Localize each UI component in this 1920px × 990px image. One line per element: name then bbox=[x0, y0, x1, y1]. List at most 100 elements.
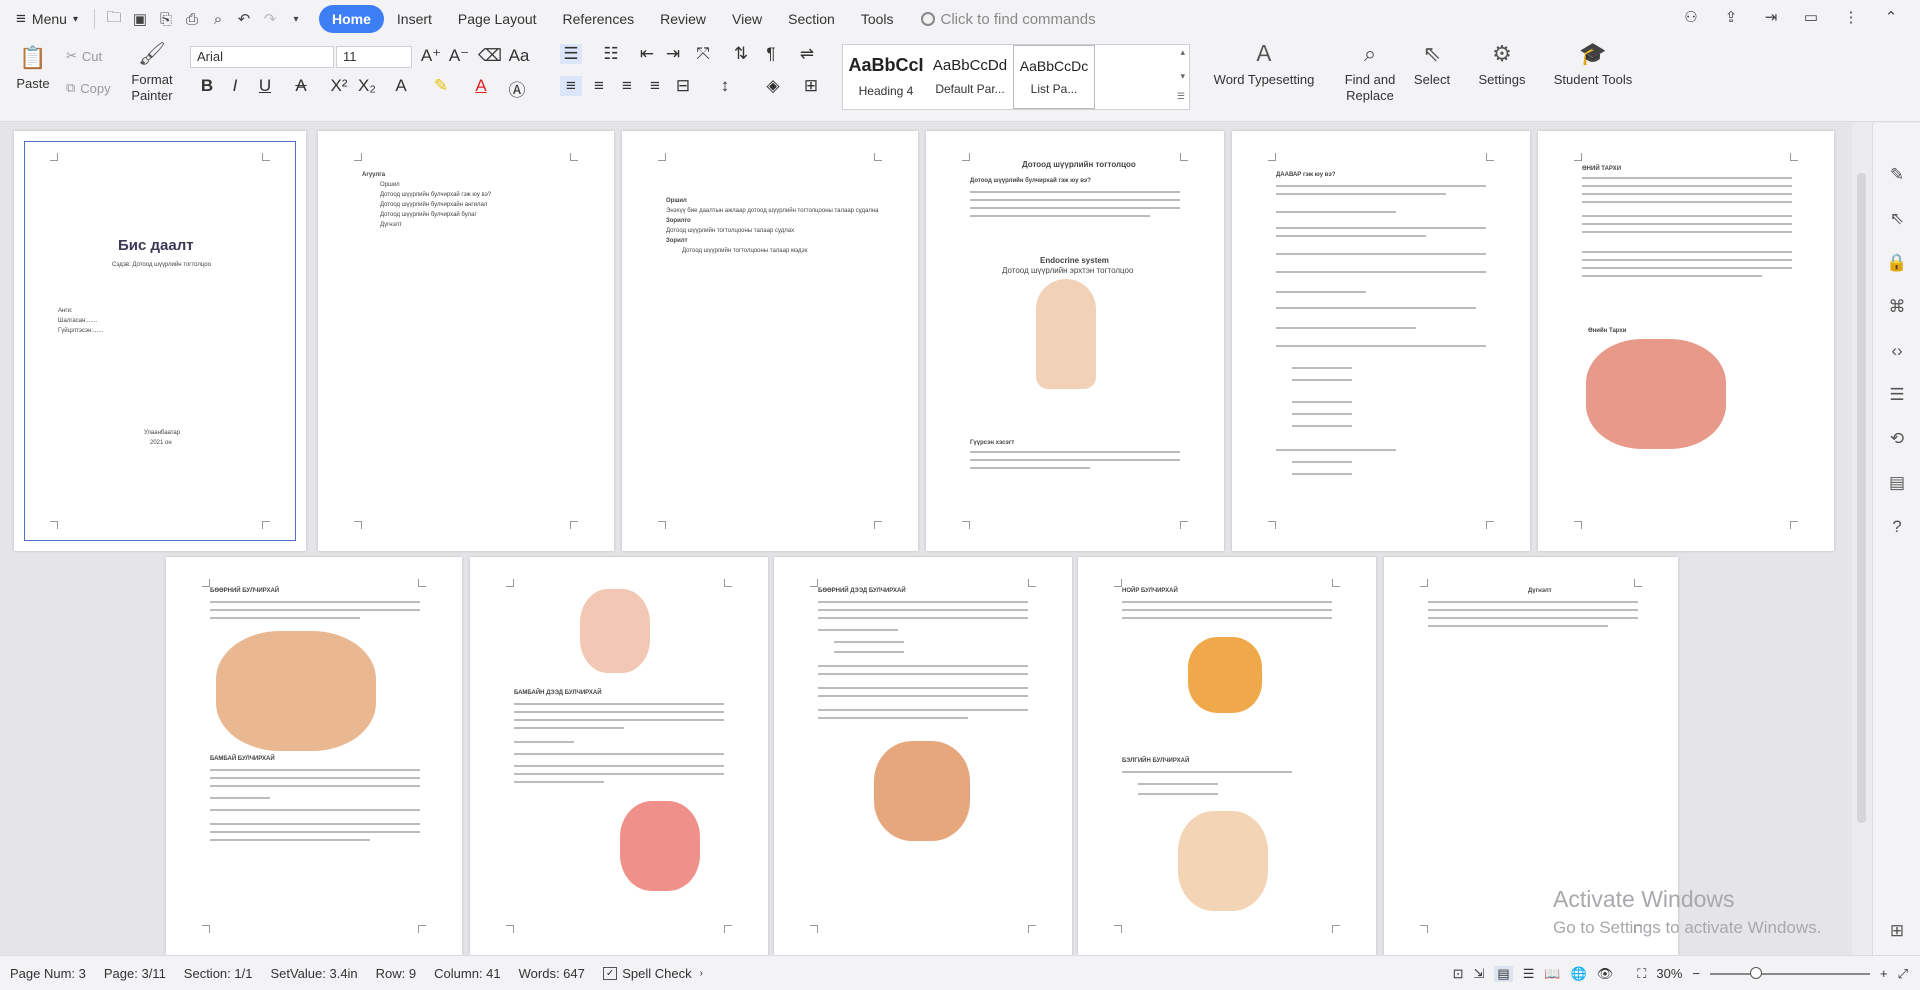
undo-icon[interactable]: ↶ bbox=[231, 6, 257, 32]
main-menu-button[interactable]: ≡ Menu ▾ bbox=[6, 4, 88, 34]
distributed-icon[interactable]: ⊟ bbox=[672, 76, 694, 96]
subscript-icon[interactable]: X₂ bbox=[356, 76, 378, 96]
page-5[interactable]: ДААВАР гэж юу вэ? bbox=[1232, 131, 1530, 551]
numbering-icon[interactable]: ☷ bbox=[600, 44, 622, 64]
format-painter-button[interactable]: 🖌 Format Painter bbox=[124, 40, 180, 104]
status-section[interactable]: Section: 1/1 bbox=[175, 966, 262, 981]
fullscreen-icon[interactable]: ⤢ bbox=[1898, 966, 1908, 982]
underline-icon[interactable]: U bbox=[254, 76, 276, 96]
tag-icon[interactable]: ⌘ bbox=[1885, 295, 1909, 319]
page-7[interactable]: БӨӨРНИЙ БУЛЧИРХАЙ БАМБАЙ БУЛЧИРХАЙ bbox=[166, 557, 462, 955]
sliders-icon[interactable]: ☰ bbox=[1885, 383, 1909, 407]
customize-icon[interactable]: ▾ bbox=[283, 6, 309, 32]
document-workspace[interactable]: Бис даалт Сэдэв: Дотоод шүүрлийн тогтолц… bbox=[0, 123, 1852, 955]
page-3[interactable]: Оршил Энэхүү бие даалтын ажлаар дотоод ш… bbox=[622, 131, 918, 551]
page-4[interactable]: Дотоод шүүрлийн тогтолцоо Дотоод шүүрлий… bbox=[926, 131, 1224, 551]
collapse-ribbon-icon[interactable]: ⌃ bbox=[1878, 4, 1904, 30]
align-center-icon[interactable]: ≡ bbox=[588, 76, 610, 96]
status-page[interactable]: Page: 3/11 bbox=[95, 966, 175, 981]
page-1[interactable]: Бис даалт Сэдэв: Дотоод шүүрлийн тогтолц… bbox=[14, 131, 306, 551]
shading-icon[interactable]: ◈ bbox=[762, 76, 784, 96]
paste-button[interactable]: 📋 Paste bbox=[10, 44, 56, 92]
print-icon[interactable]: ⎙ bbox=[179, 6, 205, 32]
cut-button[interactable]: ✂ Cut bbox=[66, 48, 102, 64]
line-spacing-icon[interactable]: ↕ bbox=[714, 76, 736, 96]
status-row[interactable]: Row: 9 bbox=[367, 966, 425, 981]
select-cursor-icon[interactable]: ⇖ bbox=[1885, 207, 1909, 231]
format-icon[interactable]: ⎘ bbox=[153, 6, 179, 32]
fit-page-icon[interactable]: ⛶ bbox=[1637, 966, 1646, 982]
edit-pen-icon[interactable]: ✎ bbox=[1885, 163, 1909, 187]
page-2[interactable]: Агуулга Оршил Дотоод шүүрлийн булчирхай … bbox=[318, 131, 614, 551]
bold-icon[interactable]: B bbox=[196, 76, 218, 96]
command-search[interactable]: Click to find commands bbox=[920, 11, 1096, 28]
shrink-font-icon[interactable]: A⁻ bbox=[448, 46, 470, 66]
zoom-out-icon[interactable]: − bbox=[1692, 966, 1700, 981]
font-size-select[interactable]: 11 bbox=[336, 46, 412, 68]
status-setvalue[interactable]: SetValue: 3.4in bbox=[261, 966, 366, 981]
find-replace-button[interactable]: ⌕ Find and Replace bbox=[1334, 40, 1406, 104]
tab-tools[interactable]: Tools bbox=[848, 5, 907, 33]
lock-icon[interactable]: 🔒 bbox=[1885, 251, 1909, 275]
eraser-icon[interactable]: ⌫ bbox=[478, 46, 502, 66]
select-button[interactable]: ⇖ Select bbox=[1406, 40, 1458, 88]
print-preview-icon[interactable]: ⌕ bbox=[205, 6, 231, 32]
help-icon[interactable]: ? bbox=[1885, 515, 1909, 539]
tab-view[interactable]: View bbox=[719, 5, 775, 33]
grow-font-icon[interactable]: A⁺ bbox=[420, 46, 442, 66]
copy-button[interactable]: ⧉ Copy bbox=[66, 80, 111, 96]
zoom-level[interactable]: 30% bbox=[1656, 966, 1682, 981]
superscript-icon[interactable]: X² bbox=[328, 76, 350, 96]
eye-protection-icon[interactable]: 👁 bbox=[1597, 966, 1614, 982]
style-expand-icon[interactable]: ☰ bbox=[1177, 91, 1185, 102]
font-name-select[interactable]: Arial bbox=[190, 46, 334, 68]
tab-section[interactable]: Section bbox=[775, 5, 848, 33]
comment-icon[interactable]: ▭ bbox=[1798, 4, 1824, 30]
highlight-icon[interactable]: ✎ bbox=[430, 76, 452, 96]
font-color-icon[interactable]: A bbox=[470, 76, 492, 96]
style-heading-4[interactable]: AaBbCcI Heading 4 bbox=[845, 45, 927, 109]
tab-icon[interactable]: ⇌ bbox=[796, 44, 818, 64]
export-icon[interactable]: ⇥ bbox=[1758, 4, 1784, 30]
focus-mode-icon[interactable]: ⊡ bbox=[1453, 966, 1464, 982]
zoom-in-icon[interactable]: + bbox=[1880, 966, 1888, 981]
grid-icon[interactable]: ⊞ bbox=[1885, 919, 1909, 943]
style-list-paragraph[interactable]: AaBbCcDc List Pa... bbox=[1013, 45, 1095, 109]
status-page-num[interactable]: Page Num: 3 bbox=[0, 966, 95, 981]
student-tools-button[interactable]: 🎓 Student Tools bbox=[1548, 40, 1638, 88]
decrease-indent-icon[interactable]: ⇤ bbox=[636, 44, 658, 64]
scroll-thumb[interactable] bbox=[1857, 173, 1866, 823]
tab-review[interactable]: Review bbox=[647, 5, 719, 33]
history-icon[interactable]: ⟲ bbox=[1885, 427, 1909, 451]
open-folder-icon[interactable]: 🗀 bbox=[101, 6, 127, 32]
align-right-icon[interactable]: ≡ bbox=[616, 76, 638, 96]
tab-page-layout[interactable]: Page Layout bbox=[445, 5, 550, 33]
bullets-icon[interactable]: ☰ bbox=[560, 44, 582, 64]
paragraph-marks-icon[interactable]: ¶ bbox=[760, 44, 782, 64]
borders-icon[interactable]: ⊞ bbox=[800, 76, 822, 96]
page-10[interactable]: НОЙР БУЛЧИРХАЙ БЭЛГИЙН БУЛЧИРХАЙ bbox=[1078, 557, 1376, 955]
book-view-icon[interactable]: 📖 bbox=[1544, 966, 1560, 982]
page-6[interactable]: ӨНИЙ ТАРХИ Өнийн Тархи bbox=[1538, 131, 1834, 551]
style-scroll-up-icon[interactable]: ▴ bbox=[1180, 47, 1185, 58]
text-direction-icon[interactable]: ⤧ bbox=[692, 44, 714, 64]
spell-check-button[interactable]: ✓ Spell Check › bbox=[594, 966, 712, 981]
code-icon[interactable]: ‹› bbox=[1885, 339, 1909, 363]
text-effect-icon[interactable]: A bbox=[390, 76, 412, 96]
align-left-icon[interactable]: ≡ bbox=[560, 76, 582, 96]
tab-insert[interactable]: Insert bbox=[384, 5, 445, 33]
list-icon[interactable]: ▤ bbox=[1885, 471, 1909, 495]
style-scroll-down-icon[interactable]: ▾ bbox=[1180, 71, 1185, 82]
web-layout-icon[interactable]: 🌐 bbox=[1571, 966, 1587, 982]
tab-home[interactable]: Home bbox=[318, 5, 384, 33]
change-case-icon[interactable]: Aa bbox=[508, 46, 530, 66]
increase-indent-icon[interactable]: ⇥ bbox=[662, 44, 684, 64]
vertical-scrollbar[interactable] bbox=[1852, 123, 1872, 955]
read-mode-icon[interactable]: ⇲ bbox=[1474, 966, 1485, 982]
outline-view-icon[interactable]: ☰ bbox=[1523, 966, 1535, 982]
char-border-icon[interactable]: Ⓐ bbox=[506, 76, 528, 101]
redo-icon[interactable]: ↷ bbox=[257, 6, 283, 32]
status-column[interactable]: Column: 41 bbox=[425, 966, 509, 981]
word-typesetting-button[interactable]: Ａ Word Typesetting bbox=[1205, 40, 1323, 88]
page-8[interactable]: БАМБАЙН ДЭЭД БУЛЧИРХАЙ bbox=[470, 557, 768, 955]
